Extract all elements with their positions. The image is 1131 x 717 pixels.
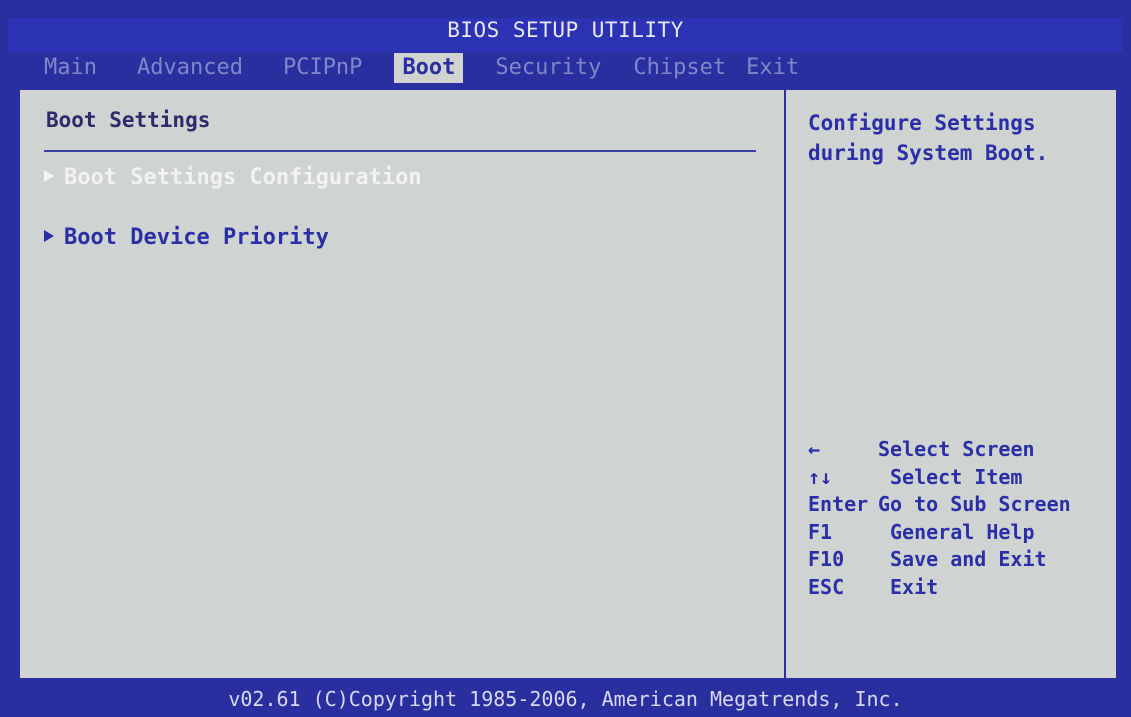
key-legend: ← Select Screen ↑↓ Select Item Enter Go … [808,436,1118,601]
key-row: F1 General Help [808,519,1118,547]
left-arrow-key: ← [808,437,821,461]
footer-bar: v02.61 (C)Copyright 1985-2006, American … [0,684,1131,717]
boot-settings-configuration-entry[interactable]: Boot Settings Configuration [44,165,422,190]
key-description: Go to Sub Screen [878,492,1071,516]
enter-key: Enter [808,492,869,516]
settings-panel: Boot Settings Boot Settings Configuratio… [20,90,782,678]
key-row: ↑↓ Select Item [808,464,1118,492]
title-bar: BIOS SETUP UTILITY [8,18,1123,52]
tab-security[interactable]: Security [487,53,609,83]
main-area: Boot Settings Boot Settings Configuratio… [18,88,1118,680]
tab-main[interactable]: Main [36,53,105,83]
key-row: F10 Save and Exit [808,546,1118,574]
key-description: Select Item [890,464,1023,489]
copyright-text: v02.61 (C)Copyright 1985-2006, American … [228,687,903,711]
boot-device-priority-entry[interactable]: Boot Device Priority [44,225,329,250]
tab-exit[interactable]: Exit [738,53,807,83]
key-description: Select Screen [878,437,1035,461]
up-down-arrow-key: ↑↓ [808,464,833,489]
tab-chipset[interactable]: Chipset [625,53,734,83]
help-description: Configure Settings during System Boot. [808,111,1049,165]
key-row: ← Select Screen [808,436,1118,464]
tab-pcipnp[interactable]: PCIPnP [275,53,370,83]
f1-key: F1 [808,519,833,544]
bios-screen: BIOS SETUP UTILITY Main Advanced PCIPnP … [0,0,1131,717]
help-panel: Configure Settings during System Boot. ←… [784,90,1118,678]
f10-key: F10 [808,547,845,571]
submenu-arrow-icon [44,230,54,242]
key-row: Enter Go to Sub Screen [808,491,1118,519]
key-description: General Help [890,519,1035,544]
bios-title: BIOS SETUP UTILITY [447,18,684,42]
key-row: ESC Exit [808,574,1118,602]
entry-label: Boot Device Priority [64,225,329,250]
section-title: Boot Settings [46,108,211,132]
entry-label: Boot Settings Configuration [64,165,422,190]
key-description: Save and Exit [890,547,1047,571]
top-menu-bar: Main Advanced PCIPnP Boot Security Chips… [36,50,807,86]
submenu-arrow-icon [44,170,54,182]
key-description: Exit [890,574,939,599]
esc-key: ESC [808,574,845,599]
tab-advanced[interactable]: Advanced [129,53,251,83]
tab-boot[interactable]: Boot [394,53,464,83]
section-divider [44,150,756,152]
